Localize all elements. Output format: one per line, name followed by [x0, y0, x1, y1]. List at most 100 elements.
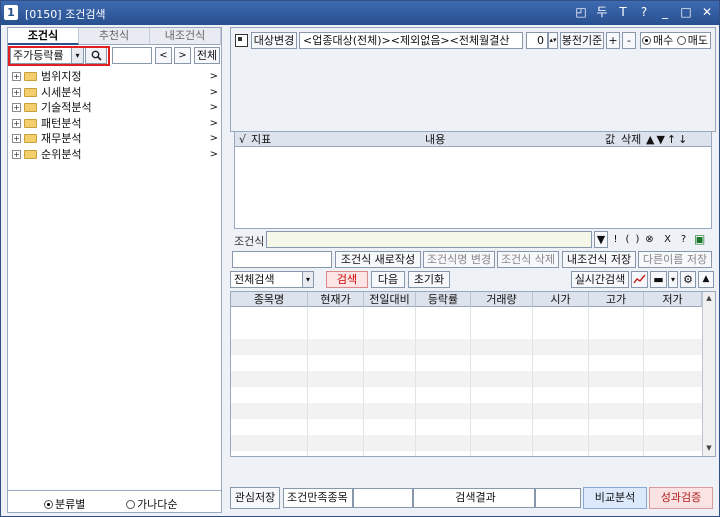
expand-icon[interactable]: +: [12, 149, 21, 159]
performance-verify-button[interactable]: 성과검증: [649, 487, 713, 509]
settings-icon[interactable]: ⚙: [680, 271, 696, 288]
watchlist-save-button[interactable]: 관심저장: [230, 487, 280, 509]
font-icon[interactable]: T: [615, 4, 631, 21]
sort-arrows-icon[interactable]: ▲▼↑↓: [646, 132, 689, 147]
col-value: 값: [605, 133, 616, 146]
folder-icon: [24, 72, 37, 81]
tree-item-label: 패턴분석: [41, 116, 82, 130]
radio-buy[interactable]: 매수: [642, 34, 673, 47]
rename-condition-button[interactable]: 조건식명 변경: [423, 251, 495, 268]
help-icon[interactable]: ?: [636, 4, 652, 21]
col-change[interactable]: 전일대비: [364, 292, 416, 307]
chevron-down-icon[interactable]: ▾: [302, 272, 313, 287]
expand-icon[interactable]: +: [12, 87, 21, 97]
search-input[interactable]: [112, 47, 152, 64]
close-icon[interactable]: ✕: [699, 4, 715, 21]
new-condition-button[interactable]: 조건식 새로작성: [335, 251, 421, 268]
sort-options: 분류별 가나다순: [8, 490, 221, 512]
title-bar-icons: ◰ 두 T ? _ □ ✕: [573, 4, 715, 21]
target-section: 대상변경 <업종대상(전체)><제외없음><전체월결산 0 ▴▾ 봉전기준 + …: [230, 27, 716, 132]
col-delete: 삭제: [621, 133, 642, 146]
spinner-icon[interactable]: ▴▾: [548, 32, 558, 49]
tree-item-label: 재무분석: [41, 132, 82, 145]
tree-item-price[interactable]: + 시세분석 >: [10, 85, 220, 101]
tab-my-condition[interactable]: 내조건식: [150, 28, 221, 45]
radio-sell[interactable]: 매도: [676, 34, 708, 47]
save-as-button[interactable]: 다른이름 저장: [638, 251, 712, 268]
window-icon[interactable]: [235, 34, 248, 47]
radio-by-category[interactable]: 분류별: [44, 496, 85, 512]
condition-label: 조건식: [234, 235, 265, 248]
radio-label: 매도: [687, 34, 708, 47]
close-paren-button[interactable]: ): [632, 231, 643, 248]
radio-selected-icon: [642, 36, 651, 45]
col-volume[interactable]: 거래량: [471, 292, 533, 307]
chevron-down-icon[interactable]: ▾: [668, 271, 678, 288]
col-stock-name[interactable]: 종목명: [231, 292, 308, 307]
excel-icon[interactable]: ▣: [694, 231, 705, 248]
condition-actions: 조건식 새로작성 조건식명 변경 조건식 삭제 내조건식 저장 다른이름 저장: [232, 251, 714, 269]
condition-expression-input[interactable]: [266, 231, 592, 248]
tab-recommended[interactable]: 추천식: [79, 28, 150, 45]
chevron-right-icon: >: [209, 71, 218, 82]
maximize-icon[interactable]: □: [678, 4, 694, 21]
condition-search-window: 1 [0150] 조건검색 ◰ 두 T ? _ □ ✕ 조건식 추천식 내조건식…: [0, 0, 720, 517]
bar-count-field[interactable]: 0: [526, 32, 548, 49]
col-change-rate[interactable]: 등락률: [416, 292, 471, 307]
col-current-price[interactable]: 현재가: [308, 292, 364, 307]
reset-button[interactable]: 초기화: [408, 271, 450, 288]
save-my-condition-button[interactable]: 내조건식 저장: [562, 251, 636, 268]
grid-column: [364, 307, 416, 456]
help-button[interactable]: ?: [678, 231, 689, 248]
next-button[interactable]: >: [174, 47, 191, 64]
link-icon[interactable]: ◰: [573, 4, 589, 21]
expand-icon[interactable]: +: [12, 103, 21, 112]
tree-item-pattern[interactable]: + 패턴분석 >: [10, 116, 220, 132]
tree-item-label: 순위분석: [41, 147, 82, 161]
expand-icon[interactable]: +: [12, 118, 21, 128]
target-filter-field[interactable]: <업종대상(전체)><제외없음><전체월결산: [299, 32, 523, 49]
scroll-up-icon[interactable]: ▲: [703, 292, 715, 305]
tree-item-label: 시세분석: [41, 85, 82, 99]
tree-item-financial[interactable]: + 재무분석 >: [10, 131, 220, 147]
highlight-box: [8, 46, 110, 66]
condition-dropdown-button[interactable]: ▼: [594, 231, 608, 248]
collapse-up-icon[interactable]: ▲: [698, 271, 714, 288]
tab-condition[interactable]: 조건식: [8, 28, 79, 45]
minimize-icon[interactable]: _: [657, 4, 673, 21]
radio-alphabetical[interactable]: 가나다순: [126, 496, 177, 512]
col-high[interactable]: 고가: [589, 292, 644, 307]
zoom-out-button[interactable]: -: [622, 32, 636, 49]
compare-analysis-button[interactable]: 비교분석: [583, 487, 647, 509]
scroll-down-icon[interactable]: ▼: [703, 442, 715, 455]
delete-button[interactable]: X: [662, 231, 673, 248]
indicator-table: √ 지표 내용 값 삭제 ▲▼↑↓: [234, 131, 712, 229]
tree-item-ranking[interactable]: + 순위분석 >: [10, 147, 220, 163]
not-button[interactable]: !: [610, 231, 621, 248]
change-target-button[interactable]: 대상변경: [251, 32, 297, 49]
condition-name-input[interactable]: [232, 251, 332, 268]
col-low[interactable]: 저가: [644, 292, 702, 307]
realtime-search-button[interactable]: 실시간검색: [571, 271, 629, 288]
tree-item-range[interactable]: + 범위지정 >: [10, 69, 220, 85]
chart-icon[interactable]: [631, 271, 648, 288]
expand-icon[interactable]: +: [12, 72, 21, 81]
all-button[interactable]: 전체: [194, 47, 220, 64]
radio-label: 매수: [653, 34, 674, 47]
expand-icon[interactable]: +: [12, 134, 21, 143]
pin-icon[interactable]: 두: [594, 4, 610, 21]
delete-condition-button[interactable]: 조건식 삭제: [497, 251, 559, 268]
col-open[interactable]: 시가: [533, 292, 589, 307]
search-scope-select[interactable]: 전체검색 ▾: [230, 271, 314, 288]
bar-basis-label: 봉전기준: [560, 32, 604, 49]
vertical-scrollbar[interactable]: ▲ ▼: [702, 292, 715, 456]
prev-button[interactable]: <: [155, 47, 172, 64]
folder-icon: [24, 134, 37, 143]
zoom-in-button[interactable]: +: [606, 32, 620, 49]
search-button-main[interactable]: 검색: [326, 271, 368, 288]
next-results-button[interactable]: 다음: [371, 271, 405, 288]
chevron-right-icon: >: [209, 133, 218, 144]
column-icon[interactable]: ▬: [650, 271, 667, 288]
clear-icon[interactable]: ⊗: [644, 231, 655, 248]
tree-item-technical[interactable]: + 기술적분석 >: [10, 100, 220, 116]
